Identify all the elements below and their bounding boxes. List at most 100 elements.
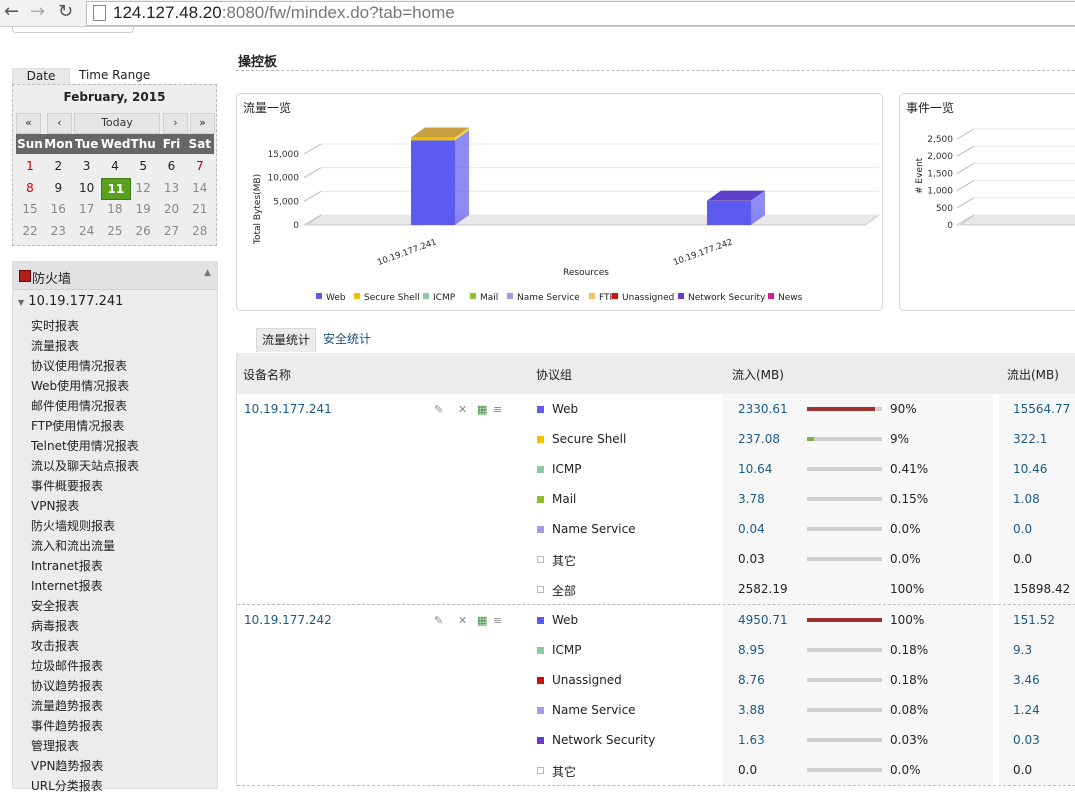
reload-icon[interactable]: ↻ <box>58 2 73 22</box>
legend-label[interactable]: Network Security <box>688 293 766 303</box>
outbound-value[interactable]: 3.46 <box>1013 673 1040 687</box>
calendar-day[interactable]: 13 <box>158 178 186 198</box>
tab-date[interactable]: Date <box>12 68 70 85</box>
inbound-value[interactable]: 1.63 <box>738 733 765 747</box>
report-link[interactable]: Intranet报表 <box>31 557 103 574</box>
bar-web[interactable] <box>707 201 751 225</box>
report-link[interactable]: 流量趋势报表 <box>31 697 103 714</box>
calendar-day[interactable]: 25 <box>101 221 129 241</box>
device-tree-node[interactable]: ▼ 10.19.177.241 <box>18 294 123 309</box>
legend-label[interactable]: News <box>778 293 803 303</box>
grid-icon[interactable]: ▦ <box>477 616 487 626</box>
calendar-day[interactable]: 16 <box>44 199 72 219</box>
calendar-day[interactable]: 28 <box>186 221 214 241</box>
outbound-value[interactable]: 1.24 <box>1013 703 1040 717</box>
next-year-button[interactable]: » <box>190 113 215 134</box>
report-link[interactable]: Web使用情况报表 <box>31 377 129 394</box>
legend-label[interactable]: Mail <box>480 293 498 303</box>
outbound-value[interactable]: 15564.77 <box>1013 402 1070 416</box>
inbound-value[interactable]: 237.08 <box>738 432 780 446</box>
inbound-value[interactable]: 8.76 <box>738 673 765 687</box>
edit-icon[interactable]: ✎ <box>434 405 444 415</box>
calendar-day[interactable]: 15 <box>16 199 44 219</box>
prev-year-button[interactable]: « <box>16 113 41 134</box>
calendar-day[interactable]: 9 <box>44 178 72 198</box>
tab-traffic-stats[interactable]: 流量统计 <box>256 328 316 352</box>
inbound-value[interactable]: 8.95 <box>738 643 765 657</box>
outbound-value[interactable]: 151.52 <box>1013 613 1055 627</box>
inbound-value[interactable]: 4950.71 <box>738 613 788 627</box>
legend-label[interactable]: Web <box>326 293 346 303</box>
forward-arrow-icon[interactable]: → <box>30 2 45 22</box>
report-link[interactable]: 协议使用情况报表 <box>31 357 127 374</box>
report-link[interactable]: Telnet使用情况报表 <box>31 437 139 454</box>
tab-security-stats[interactable]: 安全统计 <box>318 328 376 351</box>
inbound-value[interactable]: 0.04 <box>738 522 765 536</box>
inbound-value[interactable]: 10.64 <box>738 462 772 476</box>
report-link[interactable]: FTP使用情况报表 <box>31 417 124 434</box>
inbound-value[interactable]: 2330.61 <box>738 402 788 416</box>
prev-month-button[interactable]: ‹ <box>47 113 72 134</box>
legend-label[interactable]: Name Service <box>517 293 580 303</box>
today-button[interactable]: Today <box>74 113 160 134</box>
calendar-day[interactable]: 27 <box>158 221 186 241</box>
report-link[interactable]: 攻击报表 <box>31 637 79 654</box>
report-link[interactable]: 实时报表 <box>31 317 79 334</box>
calendar-day[interactable]: 2 <box>44 156 72 176</box>
report-link[interactable]: 流以及聊天站点报表 <box>31 457 139 474</box>
bar-secure-shell[interactable] <box>411 138 455 141</box>
firewall-panel-header[interactable]: 防火墙 ▲ <box>13 262 217 290</box>
bar-web[interactable] <box>411 140 455 225</box>
outbound-value[interactable]: 0.03 <box>1013 733 1040 747</box>
delete-icon[interactable]: ✕ <box>458 405 468 415</box>
report-link[interactable]: 防火墙规则报表 <box>31 517 115 534</box>
calendar-day[interactable]: 21 <box>186 199 214 219</box>
report-link[interactable]: 管理报表 <box>31 737 79 754</box>
report-link[interactable]: 邮件使用情况报表 <box>31 397 127 414</box>
outbound-value[interactable]: 1.08 <box>1013 492 1040 506</box>
tab-time-range[interactable]: Time Range <box>79 68 150 82</box>
legend-label[interactable]: Secure Shell <box>364 293 420 303</box>
report-link[interactable]: URL分类报表 <box>31 777 103 794</box>
inbound-value[interactable]: 3.88 <box>738 703 765 717</box>
inbound-value[interactable]: 3.78 <box>738 492 765 506</box>
calendar-day[interactable]: 4 <box>101 156 129 176</box>
calendar-day[interactable]: 14 <box>186 178 214 198</box>
delete-icon[interactable]: ✕ <box>458 616 468 626</box>
report-link[interactable]: 事件趋势报表 <box>31 717 103 734</box>
collapse-caret-icon[interactable]: ▲ <box>204 268 211 278</box>
report-link[interactable]: 协议趋势报表 <box>31 677 103 694</box>
calendar-day[interactable]: 5 <box>129 156 157 176</box>
calendar-day[interactable]: 1 <box>16 156 44 176</box>
device-link[interactable]: 10.19.177.241 <box>244 402 332 416</box>
calendar-day[interactable]: 22 <box>16 221 44 241</box>
calendar-day[interactable]: 24 <box>73 221 101 241</box>
edit-icon[interactable]: ✎ <box>434 616 444 626</box>
expand-triangle-icon[interactable]: ▼ <box>18 298 24 307</box>
list-icon[interactable]: ≡ <box>493 616 503 626</box>
report-link[interactable]: VPN报表 <box>31 497 79 514</box>
calendar-day[interactable]: 11 <box>101 178 131 200</box>
report-link[interactable]: 流量报表 <box>31 337 79 354</box>
next-month-button[interactable]: › <box>163 113 188 134</box>
outbound-value[interactable]: 9.3 <box>1013 643 1032 657</box>
report-link[interactable]: 流入和流出流量 <box>31 537 115 554</box>
report-link[interactable]: 病毒报表 <box>31 617 79 634</box>
calendar-day[interactable]: 8 <box>16 178 44 198</box>
calendar-day[interactable]: 19 <box>129 199 157 219</box>
grid-icon[interactable]: ▦ <box>477 405 487 415</box>
address-bar[interactable]: 124.127.48.20:8080/fw/mindex.do?tab=home <box>86 1 1075 26</box>
back-arrow-icon[interactable]: ← <box>4 2 19 22</box>
calendar-day[interactable]: 26 <box>129 221 157 241</box>
calendar-day[interactable]: 12 <box>129 178 157 198</box>
calendar-day[interactable]: 3 <box>73 156 101 176</box>
report-link[interactable]: 垃圾邮件报表 <box>31 657 103 674</box>
calendar-day[interactable]: 6 <box>158 156 186 176</box>
calendar-day[interactable]: 18 <box>101 199 129 219</box>
calendar-day[interactable]: 7 <box>186 156 214 176</box>
calendar-day[interactable]: 17 <box>73 199 101 219</box>
outbound-value[interactable]: 10.46 <box>1013 462 1047 476</box>
report-link[interactable]: 事件概要报表 <box>31 477 103 494</box>
outbound-value[interactable]: 0.0 <box>1013 522 1032 536</box>
calendar-day[interactable]: 23 <box>44 221 72 241</box>
